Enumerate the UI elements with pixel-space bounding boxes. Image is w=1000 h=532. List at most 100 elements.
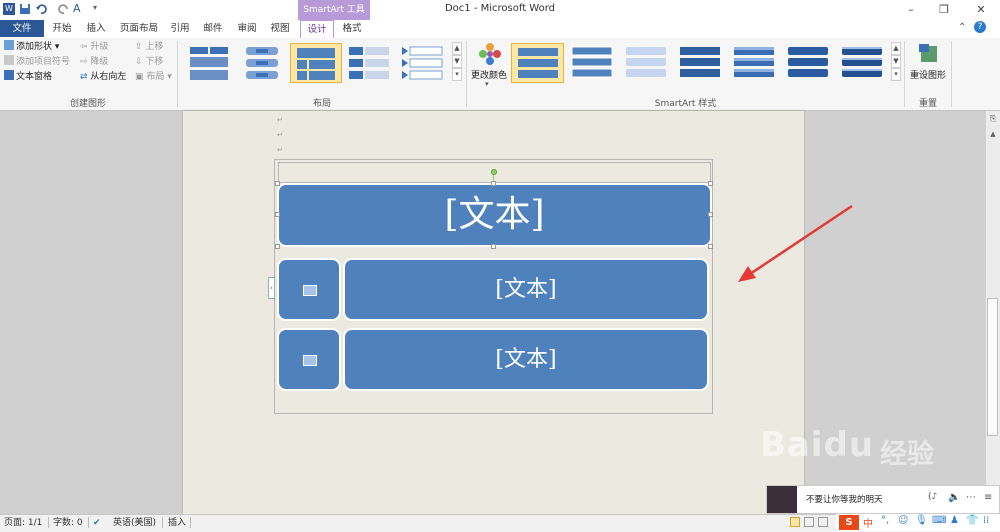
- popup-lyrics-icon[interactable]: (♪: [928, 492, 937, 502]
- resize-handle[interactable]: [708, 244, 713, 249]
- collapse-ribbon-icon[interactable]: ⌃: [958, 22, 966, 33]
- smartart-row-text-shape[interactable]: [文本]: [343, 328, 709, 391]
- layout-small-icon: ▣: [135, 72, 144, 82]
- demote-button[interactable]: ⇨ 降级: [80, 55, 108, 69]
- ime-toolbox-icon[interactable]: ⁞⁞: [983, 515, 989, 526]
- tab-insert[interactable]: 插入: [82, 20, 110, 38]
- move-up-button[interactable]: ⇧ 上移: [135, 40, 163, 54]
- ruler-toggle-icon[interactable]: ⎘: [988, 114, 998, 128]
- save-icon[interactable]: [19, 3, 31, 15]
- smartart-main-shape[interactable]: [文本]: [277, 183, 712, 247]
- word-app-icon[interactable]: W: [3, 3, 15, 15]
- restore-icon[interactable]: ❐: [933, 3, 955, 17]
- gallery-down-icon[interactable]: ▼: [452, 55, 462, 68]
- tab-file[interactable]: 文件: [0, 20, 44, 37]
- paragraph-mark: ↵: [277, 131, 283, 139]
- volume-icon[interactable]: 🔈: [948, 492, 960, 503]
- text-pane-toggle-icon[interactable]: ‹: [268, 277, 275, 299]
- status-divider: [88, 517, 89, 528]
- style-gallery-scroll[interactable]: ▲ ▼ ▾: [891, 42, 901, 82]
- undo-icon[interactable]: [35, 3, 47, 15]
- smartart-style-option[interactable]: [730, 43, 778, 83]
- tab-review[interactable]: 审阅: [233, 20, 261, 38]
- gallery-up-icon[interactable]: ▲: [891, 42, 901, 55]
- print-layout-view-icon[interactable]: [790, 517, 800, 527]
- resize-handle[interactable]: [275, 181, 280, 186]
- web-layout-icon[interactable]: [818, 517, 828, 527]
- close-icon[interactable]: ✕: [970, 3, 992, 17]
- text-pane-button[interactable]: 文本窗格: [4, 70, 52, 84]
- baidu-watermark-sub: 经验: [880, 439, 934, 470]
- layout-gallery-scroll[interactable]: ▲ ▼ ▾: [452, 42, 462, 82]
- resize-handle[interactable]: [275, 244, 280, 249]
- smartart-row-text-shape[interactable]: [文本]: [343, 258, 709, 321]
- resize-handle[interactable]: [708, 212, 713, 217]
- punctuation-icon[interactable]: °,: [881, 515, 889, 526]
- scroll-up-icon[interactable]: ▲: [988, 130, 998, 140]
- layout-option[interactable]: [345, 43, 395, 83]
- word-count[interactable]: 字数: 0: [53, 516, 83, 530]
- layout-option[interactable]: [184, 43, 234, 83]
- rotation-handle[interactable]: [491, 169, 497, 175]
- picture-icon[interactable]: [303, 285, 317, 296]
- tab-design[interactable]: 设计: [300, 20, 334, 39]
- full-screen-reading-icon[interactable]: [804, 517, 814, 527]
- keyboard-icon[interactable]: ⌨: [932, 515, 946, 526]
- resize-handle[interactable]: [275, 212, 280, 217]
- tab-view[interactable]: 视图: [266, 20, 294, 38]
- picture-icon[interactable]: [303, 355, 317, 366]
- gallery-down-icon[interactable]: ▼: [891, 55, 901, 68]
- layout-option[interactable]: [398, 43, 448, 83]
- add-bullet-button[interactable]: 添加项目符号: [4, 55, 70, 69]
- emoji-icon[interactable]: ☺: [898, 515, 908, 526]
- tab-mailings[interactable]: 邮件: [199, 20, 227, 38]
- resize-handle[interactable]: [491, 181, 496, 186]
- skin-icon[interactable]: 👕: [966, 515, 978, 526]
- group-label-smartart-styles: SmartArt 样式: [654, 99, 717, 109]
- page-count[interactable]: 页面: 1/1: [4, 516, 42, 530]
- gallery-more-icon[interactable]: ▾: [452, 68, 462, 81]
- smartart-picture-placeholder[interactable]: [277, 328, 341, 391]
- resize-handle[interactable]: [708, 181, 713, 186]
- tab-references[interactable]: 引用: [166, 20, 194, 38]
- change-colors-button[interactable]: 更改颜色 ▾: [468, 40, 510, 92]
- sogou-ime-icon[interactable]: S: [839, 515, 859, 530]
- scrollbar-thumb[interactable]: [987, 298, 998, 436]
- tab-page-layout[interactable]: 页面布局: [116, 20, 162, 38]
- resize-handle[interactable]: [491, 244, 496, 249]
- smartart-style-option[interactable]: [676, 43, 724, 83]
- redo-icon[interactable]: [58, 3, 70, 15]
- smartart-style-option[interactable]: [784, 43, 832, 83]
- insert-mode[interactable]: 插入: [168, 516, 186, 530]
- language-indicator[interactable]: 英语(美国): [113, 516, 156, 530]
- smartart-style-option[interactable]: [568, 43, 616, 83]
- user-icon[interactable]: ♟: [950, 515, 959, 526]
- tab-home[interactable]: 开始: [48, 20, 76, 38]
- promote-button[interactable]: ⇦ 升级: [80, 40, 108, 54]
- smartart-picture-placeholder[interactable]: [277, 258, 341, 321]
- ime-chinese-mode-icon[interactable]: 中: [863, 515, 873, 530]
- minimize-icon[interactable]: –: [900, 3, 922, 17]
- layout-option-selected[interactable]: [290, 43, 342, 83]
- tab-format[interactable]: 格式: [336, 20, 368, 38]
- playlist-icon[interactable]: ≡: [984, 492, 992, 503]
- layout-dropdown-button[interactable]: ▣ 布局 ▾: [135, 70, 172, 84]
- smartart-style-option-selected[interactable]: [511, 43, 564, 83]
- more-options-icon[interactable]: ⋯: [966, 492, 976, 503]
- help-icon[interactable]: ?: [974, 21, 986, 33]
- reset-graphic-button[interactable]: 重设图形: [906, 40, 950, 92]
- music-popup[interactable]: [766, 485, 1000, 514]
- smartart-style-option[interactable]: [838, 43, 886, 83]
- layout-option[interactable]: [238, 43, 288, 83]
- group-label-layouts: 布局: [312, 99, 331, 109]
- smartart-style-option[interactable]: [622, 43, 670, 83]
- add-shape-button[interactable]: 添加形状 ▾: [4, 40, 59, 54]
- customize-qat-icon[interactable]: ▾: [93, 3, 105, 15]
- gallery-more-icon[interactable]: ▾: [891, 68, 901, 81]
- voice-input-icon[interactable]: 🎙: [915, 515, 928, 526]
- spell-check-icon[interactable]: ✔: [93, 516, 101, 530]
- right-to-left-button[interactable]: ⇄ 从右向左: [80, 70, 126, 84]
- font-a-icon[interactable]: A: [73, 3, 85, 15]
- gallery-up-icon[interactable]: ▲: [452, 42, 462, 55]
- move-down-button[interactable]: ⇩ 下移: [135, 55, 163, 69]
